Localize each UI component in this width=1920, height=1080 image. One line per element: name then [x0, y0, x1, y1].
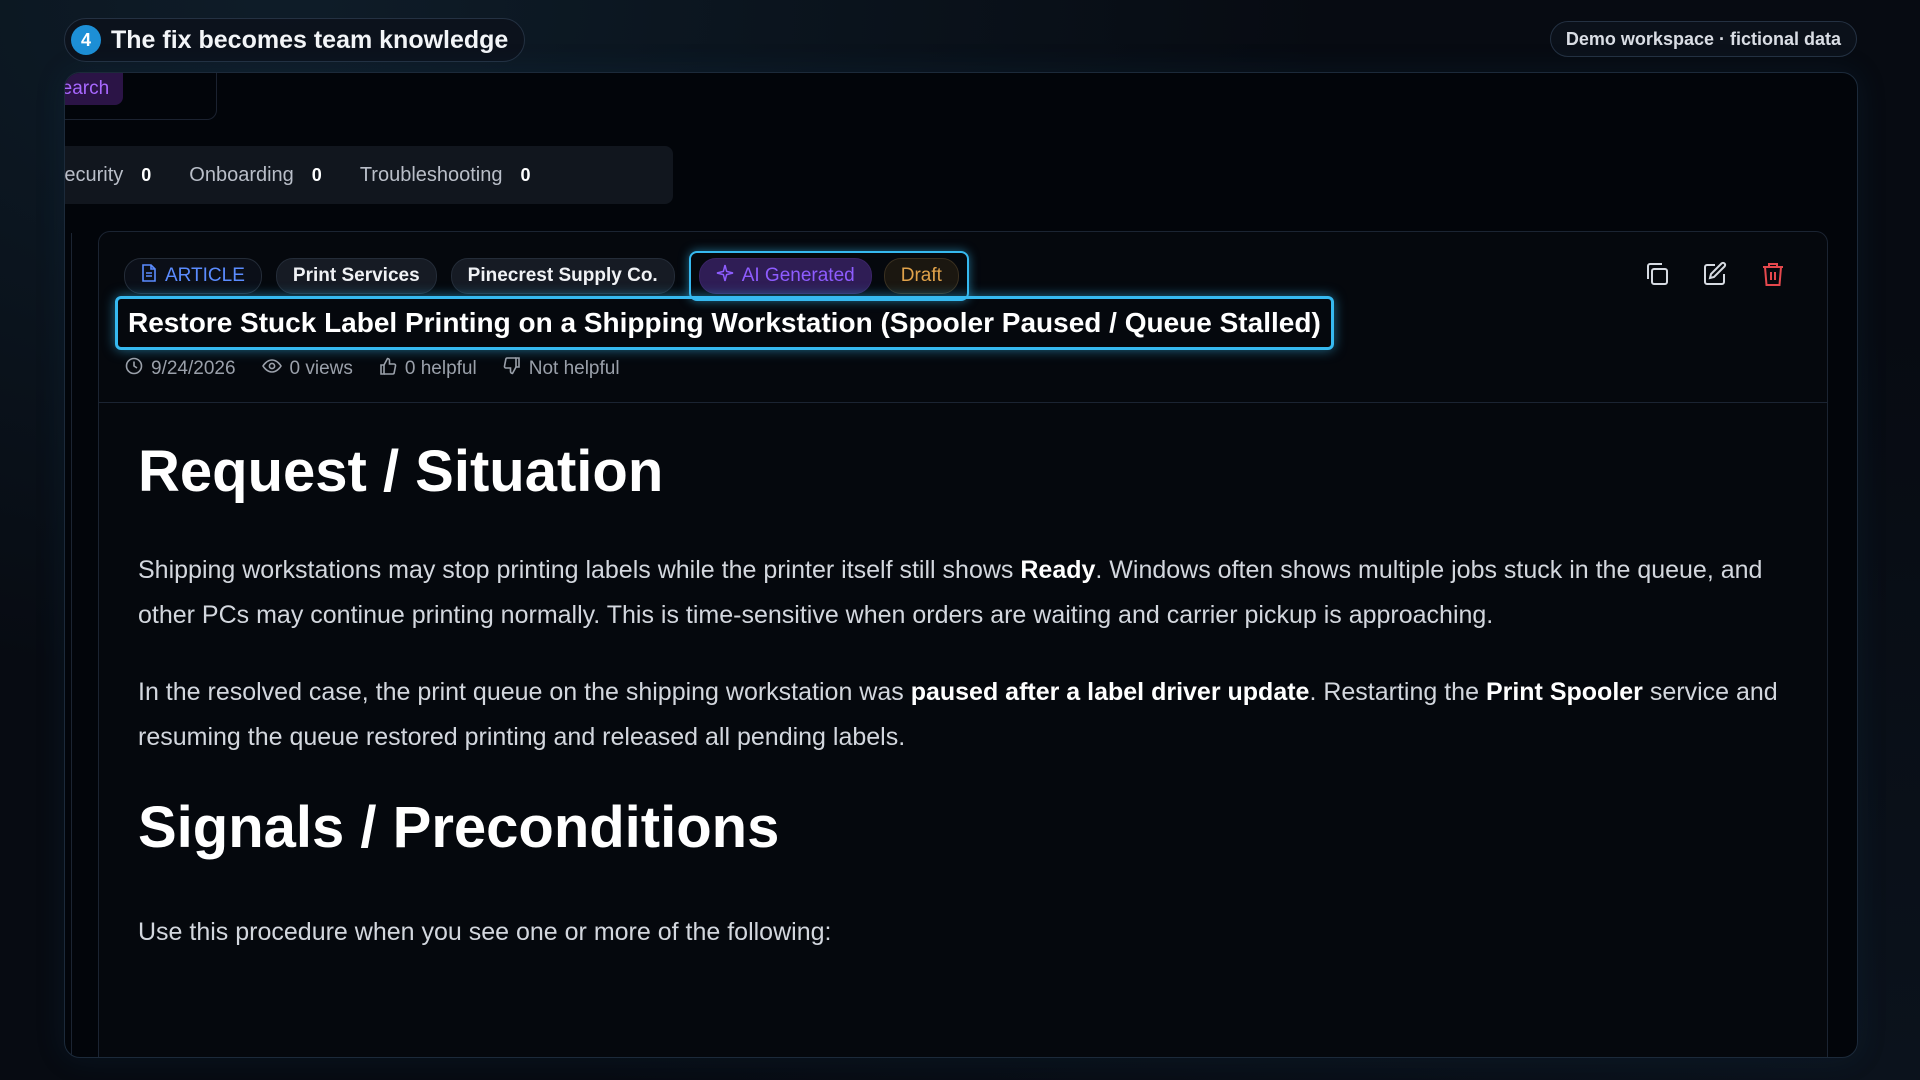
ai-generated-label: AI Generated	[741, 265, 855, 286]
trash-icon	[1761, 261, 1785, 292]
article-card: ARTICLE Print Services Pinecrest Supply …	[98, 231, 1828, 1057]
not-helpful-label: Not helpful	[528, 358, 620, 379]
category-tag[interactable]: Print Services	[275, 258, 437, 294]
helpful-button[interactable]: 0 helpful	[379, 357, 477, 381]
article-meta: 9/24/2026 0 views 0 helpful Not helpful	[125, 357, 620, 381]
header-divider	[99, 402, 1827, 403]
ai-generated-badge: AI Generated	[698, 258, 872, 294]
category-troubleshooting[interactable]: Troubleshooting 0	[360, 164, 531, 187]
category-count: 0	[311, 164, 322, 185]
article-title: Restore Stuck Label Printing on a Shippi…	[128, 307, 1321, 338]
article-type-badge: ARTICLE	[124, 258, 262, 294]
article-title-box: Restore Stuck Label Printing on a Shippi…	[115, 296, 1334, 350]
copy-icon	[1644, 261, 1670, 292]
edit-icon	[1702, 261, 1728, 292]
draft-status-badge: Draft	[883, 258, 959, 294]
search-tab[interactable]: Search	[65, 73, 217, 120]
paragraph-signals: Use this procedure when you see one or m…	[138, 918, 832, 946]
page: 4 The fix becomes team knowledge Demo wo…	[0, 0, 1920, 1080]
workspace-badge: Demo workspace · fictional data	[1549, 21, 1857, 57]
category-security[interactable]: Security 0	[64, 163, 152, 187]
date-label: 9/24/2026	[151, 358, 236, 379]
client-tag[interactable]: Pinecrest Supply Co.	[450, 258, 675, 294]
step-number: 4	[71, 25, 101, 55]
app-frame: Search Security 0 Onboarding 0 Troublesh…	[64, 72, 1858, 1058]
helpful-label: 0 helpful	[404, 358, 477, 379]
category-count: 0	[141, 164, 152, 185]
thumbs-up-icon	[379, 357, 397, 381]
document-icon	[141, 264, 157, 288]
category-label: Troubleshooting	[359, 163, 503, 186]
ai-status-group: AI Generated Draft	[688, 251, 969, 301]
category-label: Security	[64, 163, 124, 186]
thumbs-down-icon	[503, 357, 521, 381]
sparkle-icon	[716, 264, 734, 288]
category-count: 0	[520, 164, 531, 185]
edit-button[interactable]	[1701, 261, 1729, 292]
clock-icon	[125, 357, 143, 381]
collapsed-sidebar	[65, 233, 72, 1057]
paragraph-situation: Shipping workstations may stop printing …	[138, 556, 1763, 629]
article-body: Request / Situation Shipping workstation…	[138, 432, 1788, 955]
article-date: 9/24/2026	[125, 357, 236, 381]
eye-icon	[261, 358, 282, 380]
copy-button[interactable]	[1643, 262, 1671, 290]
category-onboarding[interactable]: Onboarding 0	[189, 164, 322, 187]
not-helpful-button[interactable]: Not helpful	[503, 357, 620, 381]
delete-button[interactable]	[1759, 262, 1787, 290]
paragraph-resolution: In the resolved case, the print queue on…	[138, 678, 1778, 751]
article-views: 0 views	[261, 358, 353, 380]
category-filter-bar: Security 0 Onboarding 0 Troubleshooting …	[64, 146, 673, 204]
article-tags: ARTICLE Print Services Pinecrest Supply …	[124, 251, 969, 301]
search-button[interactable]: Search	[65, 73, 124, 105]
section-heading-situation: Request / Situation	[138, 439, 664, 504]
article-type-label: ARTICLE	[165, 265, 245, 286]
views-label: 0 views	[289, 358, 353, 379]
category-label: Onboarding	[189, 163, 294, 186]
search-label: Search	[65, 78, 110, 99]
step-indicator: 4 The fix becomes team knowledge	[64, 18, 526, 62]
step-title: The fix becomes team knowledge	[111, 25, 509, 54]
section-heading-signals: Signals / Preconditions	[138, 795, 780, 860]
article-actions	[1643, 261, 1787, 292]
